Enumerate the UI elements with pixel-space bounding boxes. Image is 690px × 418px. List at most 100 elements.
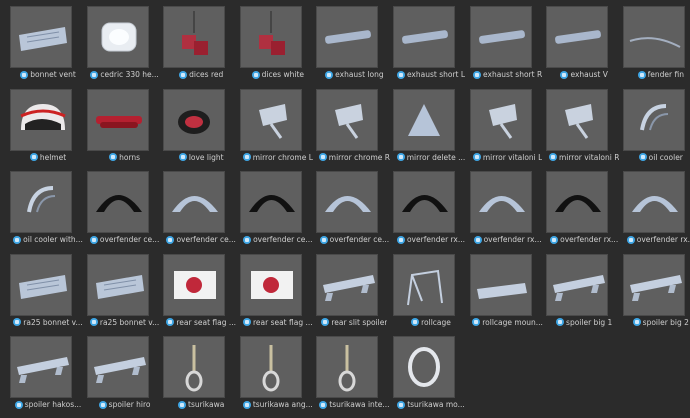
asset-tile[interactable]: helmet [10, 88, 86, 167]
fin-thumbnail[interactable] [622, 6, 685, 68]
oil-cooler-thumbnail[interactable] [622, 88, 685, 151]
rollcage-mount-thumbnail[interactable] [469, 253, 532, 316]
asset-tile[interactable]: overfender rx... [393, 171, 469, 249]
asset-tile[interactable]: ra25 bonnet v... [86, 253, 163, 332]
mirror-delete-thumbnail[interactable] [393, 88, 455, 151]
asset-tile[interactable]: ra25 bonnet v... [10, 253, 86, 332]
file-type-icon [472, 318, 481, 326]
bonnet-vent-thumbnail[interactable] [10, 253, 72, 316]
file-type-icon [29, 153, 38, 161]
asset-tile[interactable]: mirror vitaloni L [469, 88, 546, 167]
asset-caption: helmet [4, 153, 92, 162]
mirror-thumbnail[interactable] [546, 88, 609, 151]
rollcage-thumbnail[interactable] [393, 253, 455, 316]
light-thumbnail[interactable] [163, 88, 226, 151]
overfender-thumbnail[interactable] [622, 171, 685, 233]
overfender-thumbnail[interactable] [163, 171, 226, 233]
asset-tile[interactable]: oil cooler [622, 88, 690, 167]
oil-cooler-thumbnail[interactable] [10, 171, 72, 233]
flag-thumbnail[interactable] [239, 253, 302, 316]
asset-tile[interactable]: spoiler big 1 [546, 253, 622, 332]
strap-thumbnail[interactable] [163, 336, 226, 398]
asset-caption: tsurikawa inte... [310, 400, 398, 409]
asset-tile[interactable]: dices white [239, 6, 316, 84]
asset-tile[interactable]: tsurikawa mo... [393, 336, 469, 414]
overfender-black-thumbnail[interactable] [393, 171, 455, 233]
horns-thumbnail[interactable] [86, 88, 149, 151]
asset-caption: spoiler big 2 [617, 318, 690, 327]
asset-tile[interactable]: rear slit spoiler [316, 253, 392, 332]
asset-tile[interactable]: horns [86, 88, 163, 167]
spoiler-thumbnail[interactable] [86, 336, 149, 398]
asset-tile[interactable]: bonnet vent [10, 6, 86, 84]
file-type-icon [473, 235, 482, 244]
asset-tile[interactable]: overfender rx... [469, 171, 546, 249]
file-type-icon [548, 153, 557, 161]
mirror-thumbnail[interactable] [469, 88, 532, 151]
spoiler-thumbnail[interactable] [546, 253, 609, 316]
asset-tile[interactable]: love light [163, 88, 239, 167]
asset-caption: horns [81, 153, 169, 162]
asset-tile[interactable]: overfender ce... [239, 171, 316, 249]
asset-tile[interactable]: overfender rx... [622, 171, 690, 249]
exhaust-thumbnail[interactable] [393, 6, 455, 68]
asset-tile[interactable]: mirror chrome R [316, 88, 392, 167]
strap-thumbnail[interactable] [316, 336, 379, 398]
bonnet-vent-thumbnail[interactable] [86, 253, 149, 316]
overfender-black-thumbnail[interactable] [86, 171, 149, 233]
asset-tile[interactable]: exhaust short L [393, 6, 469, 84]
exhaust-thumbnail[interactable] [469, 6, 532, 68]
overfender-black-thumbnail[interactable] [239, 171, 302, 233]
asset-tile[interactable]: spoiler hakos... [10, 336, 86, 414]
headlight-thumbnail[interactable] [86, 6, 149, 68]
asset-tile[interactable]: spoiler hiro [86, 336, 163, 414]
file-type-icon [396, 235, 405, 244]
asset-tile[interactable]: rollcage [393, 253, 469, 332]
asset-tile[interactable]: rear seat flag ... [239, 253, 316, 332]
overfender-thumbnail[interactable] [469, 171, 532, 233]
spoiler-thumbnail[interactable] [316, 253, 379, 316]
overfender-thumbnail[interactable] [316, 171, 379, 233]
asset-tile[interactable]: exhaust short R [469, 6, 546, 84]
spoiler-thumbnail[interactable] [622, 253, 685, 316]
asset-label: spoiler hakos... [24, 400, 82, 409]
overfender-black-thumbnail[interactable] [546, 171, 609, 233]
asset-tile[interactable]: mirror delete ... [393, 88, 469, 167]
asset-tile[interactable]: tsurikawa [163, 336, 239, 414]
spoiler-thumbnail[interactable] [10, 336, 72, 398]
dice-thumbnail[interactable] [239, 6, 302, 68]
asset-tile[interactable]: overfender ce... [316, 171, 392, 249]
mirror-thumbnail[interactable] [239, 88, 302, 151]
asset-tile[interactable]: tsurikawa ang... [239, 336, 316, 414]
exhaust-thumbnail[interactable] [316, 6, 379, 68]
asset-tile[interactable]: fender fin [622, 6, 690, 84]
asset-tile[interactable]: overfender rx... [546, 171, 622, 249]
asset-tile[interactable]: cedric 330 he... [86, 6, 163, 84]
flag-thumbnail[interactable] [163, 253, 226, 316]
ring-thumbnail[interactable] [393, 336, 455, 398]
mirror-thumbnail[interactable] [316, 88, 379, 151]
asset-tile[interactable]: mirror vitaloni R [546, 88, 622, 167]
asset-tile[interactable]: dices red [163, 6, 239, 84]
asset-label: rear seat flag ... [176, 317, 237, 327]
asset-tile[interactable]: rear seat flag ... [163, 253, 239, 332]
dice-thumbnail[interactable] [163, 6, 226, 68]
exhaust-thumbnail[interactable] [546, 6, 609, 68]
asset-tile[interactable]: oil cooler with... [10, 171, 86, 249]
asset-caption: mirror chrome R [310, 153, 398, 162]
asset-tile[interactable]: exhaust V [546, 6, 622, 84]
helmet-thumbnail[interactable] [10, 88, 72, 151]
file-type-icon [166, 235, 175, 244]
asset-tile[interactable]: exhaust long [316, 6, 392, 84]
asset-label: oil cooler with... [23, 235, 83, 244]
asset-tile[interactable]: overfender ce... [86, 171, 163, 249]
file-type-icon [472, 153, 481, 161]
file-type-icon [14, 400, 23, 409]
asset-tile[interactable]: spoiler big 2 [622, 253, 690, 332]
asset-tile[interactable]: mirror chrome L [239, 88, 316, 167]
asset-tile[interactable]: tsurikawa inte... [316, 336, 392, 414]
asset-tile[interactable]: rollcage moun... [469, 253, 546, 332]
asset-tile[interactable]: overfender ce... [163, 171, 239, 249]
bonnet-vent-thumbnail[interactable] [10, 6, 72, 68]
strap-thumbnail[interactable] [239, 336, 302, 398]
